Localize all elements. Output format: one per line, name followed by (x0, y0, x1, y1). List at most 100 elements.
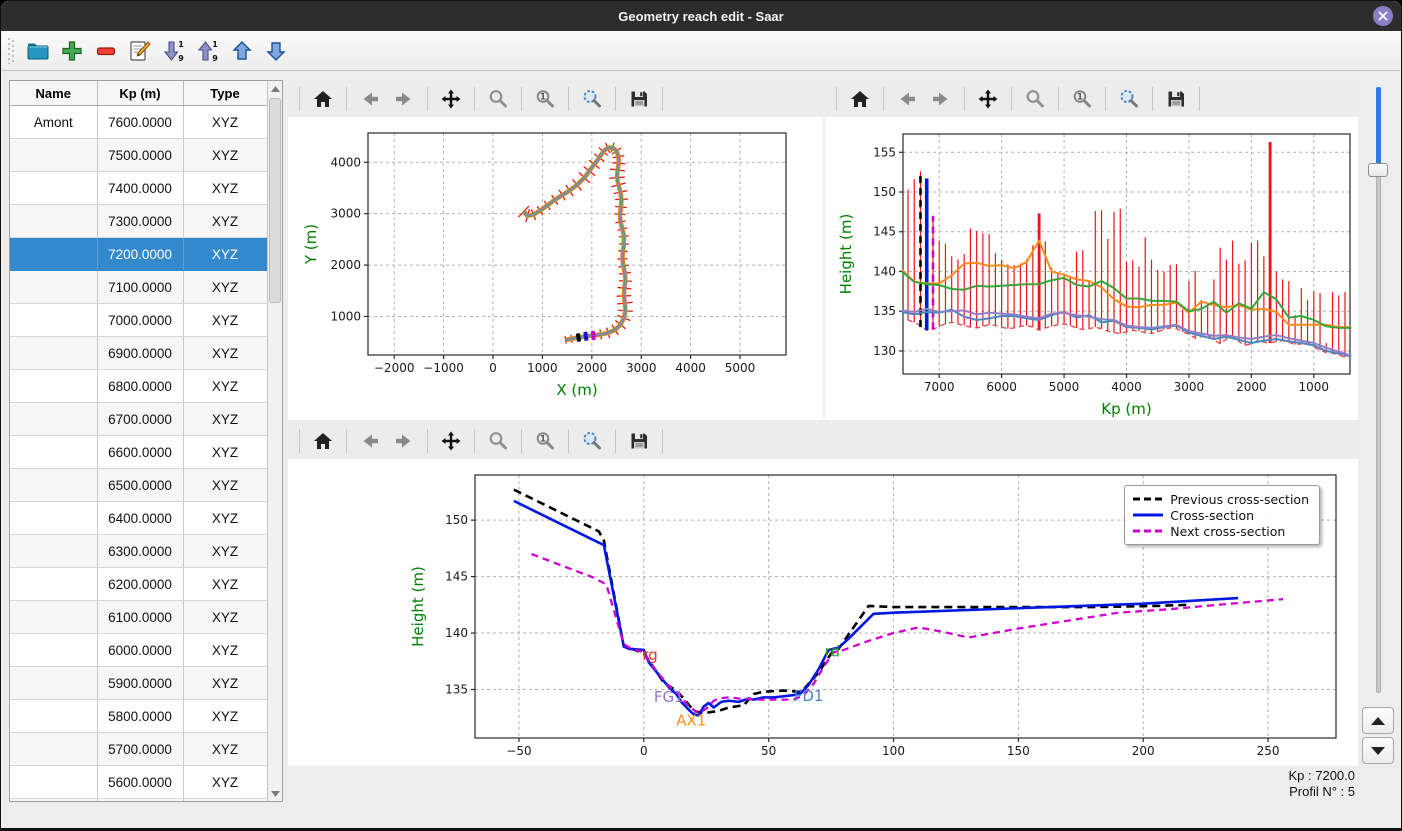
table-cell[interactable] (10, 799, 97, 803)
table-cell[interactable]: XYZ (183, 667, 267, 700)
pan-button[interactable] (437, 85, 465, 113)
table-cell[interactable] (10, 436, 97, 469)
profile-slider-handle[interactable] (1368, 163, 1388, 177)
titlebar[interactable]: Geometry reach edit - Saar (1, 1, 1401, 31)
profile-slider-track[interactable] (1376, 87, 1381, 693)
table-cell[interactable]: XYZ (183, 106, 267, 139)
scrollbar-thumb[interactable] (269, 98, 281, 303)
sort-ascending-button[interactable]: 1 9 (193, 36, 223, 66)
table-cell[interactable] (10, 139, 97, 172)
table-cell[interactable]: XYZ (183, 601, 267, 634)
table-cell[interactable]: 6300.0000 (97, 535, 183, 568)
table-cell[interactable]: 7400.0000 (97, 172, 183, 205)
table-cell[interactable] (10, 568, 97, 601)
table-cell[interactable]: XYZ (183, 535, 267, 568)
table-cell[interactable]: XYZ (183, 733, 267, 766)
table-row[interactable]: 6100.0000XYZ (10, 601, 267, 634)
table-cell[interactable]: 6800.0000 (97, 370, 183, 403)
forward-button[interactable] (390, 85, 418, 113)
table-cell[interactable]: 6600.0000 (97, 436, 183, 469)
table-cell[interactable]: 5800.0000 (97, 700, 183, 733)
pan-button[interactable] (437, 427, 465, 455)
edit-button[interactable] (125, 36, 155, 66)
column-header-type[interactable]: Type (183, 81, 267, 106)
home-button[interactable] (309, 85, 337, 113)
table-cell[interactable] (10, 205, 97, 238)
table-cell[interactable]: 7100.0000 (97, 271, 183, 304)
open-folder-button[interactable] (23, 36, 53, 66)
add-button[interactable] (57, 36, 87, 66)
move-up-button[interactable] (227, 36, 257, 66)
profile-plot[interactable]: 7000600050004000300020001000130135140145… (825, 117, 1358, 420)
table-cell[interactable]: XYZ (183, 634, 267, 667)
back-button[interactable] (356, 427, 384, 455)
table-row[interactable]: Amont7600.0000XYZ (10, 106, 267, 139)
zoom-button[interactable] (1021, 85, 1049, 113)
table-cell[interactable]: Amont (10, 106, 97, 139)
table-cell[interactable] (10, 238, 97, 271)
remove-button[interactable] (91, 36, 121, 66)
table-row[interactable]: 7000.0000XYZ (10, 304, 267, 337)
table-cell[interactable] (10, 667, 97, 700)
table-cell[interactable]: 6000.0000 (97, 634, 183, 667)
profile-down-button[interactable] (1362, 737, 1394, 764)
table-cell[interactable]: 5600.0000 (97, 766, 183, 799)
zoom-region-button[interactable] (578, 85, 606, 113)
sort-descending-button[interactable]: 1 9 (159, 36, 189, 66)
scroll-down-button[interactable] (268, 786, 282, 801)
toolbar-grip[interactable] (7, 38, 15, 64)
table-cell[interactable]: 5700.0000 (97, 733, 183, 766)
table-cell[interactable] (10, 370, 97, 403)
table-cell[interactable]: 7600.0000 (97, 106, 183, 139)
zoom-button[interactable] (484, 427, 512, 455)
close-button[interactable] (1373, 6, 1393, 26)
table-cell[interactable]: XYZ (183, 205, 267, 238)
table-row[interactable]: 6600.0000XYZ (10, 436, 267, 469)
table-row[interactable]: 7200.0000XYZ (10, 238, 267, 271)
zoom-one-button[interactable]: 1 (531, 85, 559, 113)
table-cell[interactable]: 7000.0000 (97, 304, 183, 337)
table-cell[interactable]: XYZ (183, 370, 267, 403)
table-cell[interactable]: 5500.0000 (97, 799, 183, 803)
profile-up-button[interactable] (1362, 707, 1394, 734)
table-cell[interactable]: 6200.0000 (97, 568, 183, 601)
column-header-kp[interactable]: Kp (m) (97, 81, 183, 106)
table-scrollbar[interactable] (267, 81, 282, 801)
forward-button[interactable] (927, 85, 955, 113)
save-button[interactable] (625, 427, 653, 455)
zoom-region-button[interactable] (578, 427, 606, 455)
column-header-name[interactable]: Name (10, 81, 97, 106)
table-cell[interactable]: XYZ (183, 502, 267, 535)
table-cell[interactable]: 7200.0000 (97, 238, 183, 271)
table-row[interactable]: 5900.0000XYZ (10, 667, 267, 700)
table-cell[interactable] (10, 601, 97, 634)
table-cell[interactable]: XYZ (183, 469, 267, 502)
table-cell[interactable] (10, 172, 97, 205)
table-cell[interactable]: XYZ (183, 766, 267, 799)
table-cell[interactable]: 7500.0000 (97, 139, 183, 172)
table-cell[interactable] (10, 502, 97, 535)
zoom-region-button[interactable] (1115, 85, 1143, 113)
table-cell[interactable] (10, 337, 97, 370)
table-cell[interactable] (10, 403, 97, 436)
table-row[interactable]: 6400.0000XYZ (10, 502, 267, 535)
table-cell[interactable]: 6400.0000 (97, 502, 183, 535)
table-row[interactable]: 7300.0000XYZ (10, 205, 267, 238)
table-row[interactable]: 6800.0000XYZ (10, 370, 267, 403)
table-cell[interactable] (10, 304, 97, 337)
table-cell[interactable]: XYZ (183, 172, 267, 205)
forward-button[interactable] (390, 427, 418, 455)
table-row[interactable]: 5700.0000XYZ (10, 733, 267, 766)
table-row[interactable]: 7400.0000XYZ (10, 172, 267, 205)
table-cell[interactable] (10, 733, 97, 766)
pan-button[interactable] (974, 85, 1002, 113)
table-cell[interactable] (10, 634, 97, 667)
table-cell[interactable]: XYZ (183, 238, 267, 271)
table-row[interactable]: 6300.0000XYZ (10, 535, 267, 568)
table-cell[interactable]: 6100.0000 (97, 601, 183, 634)
zoom-one-button[interactable]: 1 (1068, 85, 1096, 113)
table-cell[interactable]: XYZ (183, 700, 267, 733)
table-row[interactable]: 5800.0000XYZ (10, 700, 267, 733)
table-row[interactable]: 5500.0000XYZ (10, 799, 267, 803)
table-cell[interactable]: XYZ (183, 139, 267, 172)
